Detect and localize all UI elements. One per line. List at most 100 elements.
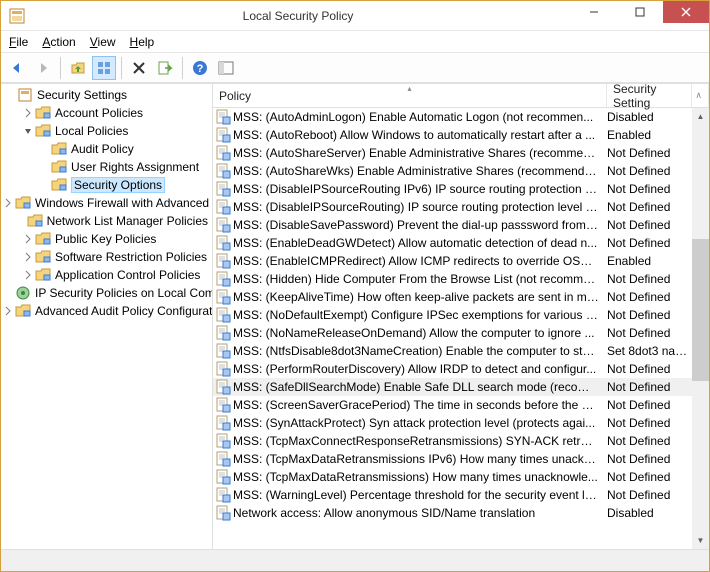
panel-button[interactable] bbox=[214, 56, 238, 80]
scroll-down-button[interactable]: ▼ bbox=[692, 532, 709, 549]
vertical-scrollbar[interactable]: ▲ ▼ bbox=[692, 108, 709, 549]
tree-item[interactable]: Advanced Audit Policy Configuration bbox=[1, 302, 212, 320]
tree-root[interactable]: Security Settings bbox=[1, 86, 212, 104]
list-cell-setting: Not Defined bbox=[607, 326, 692, 340]
view-toggle-button[interactable] bbox=[92, 56, 116, 80]
expand-icon[interactable] bbox=[37, 142, 51, 156]
tree-item[interactable]: Network List Manager Policies bbox=[1, 212, 212, 230]
folder-icon bbox=[35, 105, 51, 121]
menu-help[interactable]: Help bbox=[130, 35, 155, 49]
expand-icon[interactable] bbox=[21, 106, 35, 120]
scroll-up-button[interactable]: ▲ bbox=[692, 108, 709, 125]
expand-icon[interactable] bbox=[1, 196, 15, 210]
export-button[interactable] bbox=[153, 56, 177, 80]
list-row[interactable]: MSS: (KeepAliveTime) How often keep-aliv… bbox=[213, 288, 692, 306]
tree-item[interactable]: Security Options bbox=[1, 176, 212, 194]
toolbar-separator bbox=[60, 57, 61, 79]
tree-item[interactable]: Public Key Policies bbox=[1, 230, 212, 248]
tree-item-label: Public Key Policies bbox=[55, 232, 156, 246]
list-row[interactable]: MSS: (NtfsDisable8dot3NameCreation) Enab… bbox=[213, 342, 692, 360]
tree-root-label: Security Settings bbox=[37, 88, 127, 102]
forward-button[interactable] bbox=[31, 56, 55, 80]
delete-button[interactable] bbox=[127, 56, 151, 80]
list-row[interactable]: MSS: (AutoShareWks) Enable Administrativ… bbox=[213, 162, 692, 180]
list-row[interactable]: MSS: (Hidden) Hide Computer From the Bro… bbox=[213, 270, 692, 288]
up-folder-button[interactable] bbox=[66, 56, 90, 80]
tree-item[interactable]: Application Control Policies bbox=[1, 266, 212, 284]
column-policy[interactable]: Policy ▴ bbox=[213, 84, 607, 107]
expand-icon[interactable] bbox=[3, 88, 17, 102]
folder-icon bbox=[51, 141, 67, 157]
list-row[interactable]: MSS: (TcpMaxDataRetransmissions) How man… bbox=[213, 468, 692, 486]
list-row[interactable]: MSS: (PerformRouterDiscovery) Allow IRDP… bbox=[213, 360, 692, 378]
folder-icon bbox=[35, 249, 51, 265]
expand-icon[interactable] bbox=[21, 268, 35, 282]
list-row[interactable]: MSS: (AutoShareServer) Enable Administra… bbox=[213, 144, 692, 162]
folder-icon bbox=[27, 213, 43, 229]
list-cell-policy: MSS: (PerformRouterDiscovery) Allow IRDP… bbox=[233, 362, 607, 376]
expand-icon[interactable] bbox=[37, 178, 51, 192]
tree-item[interactable]: Audit Policy bbox=[1, 140, 212, 158]
maximize-button[interactable] bbox=[617, 1, 663, 23]
scroll-thumb[interactable] bbox=[692, 239, 709, 381]
folder-icon bbox=[35, 231, 51, 247]
tree-item-label: IP Security Policies on Local Computer bbox=[35, 286, 213, 300]
list-row[interactable]: MSS: (SafeDllSearchMode) Enable Safe DLL… bbox=[213, 378, 692, 396]
list-cell-policy: MSS: (NoDefaultExempt) Configure IPSec e… bbox=[233, 308, 607, 322]
list-row[interactable]: MSS: (DisableSavePassword) Prevent the d… bbox=[213, 216, 692, 234]
list-row[interactable]: MSS: (EnableICMPRedirect) Allow ICMP red… bbox=[213, 252, 692, 270]
tree-item[interactable]: User Rights Assignment bbox=[1, 158, 212, 176]
tree-item[interactable]: Windows Firewall with Advanced Security bbox=[1, 194, 212, 212]
list-row[interactable]: MSS: (TcpMaxConnectResponseRetransmissio… bbox=[213, 432, 692, 450]
tree-item[interactable]: Account Policies bbox=[1, 104, 212, 122]
list-row[interactable]: MSS: (NoDefaultExempt) Configure IPSec e… bbox=[213, 306, 692, 324]
list-row[interactable]: MSS: (NoNameReleaseOnDemand) Allow the c… bbox=[213, 324, 692, 342]
expand-icon[interactable] bbox=[1, 304, 15, 318]
expand-icon[interactable] bbox=[37, 160, 51, 174]
list-row[interactable]: MSS: (EnableDeadGWDetect) Allow automati… bbox=[213, 234, 692, 252]
chevron-overflow-icon: ∧ bbox=[695, 90, 702, 101]
list-row[interactable]: MSS: (DisableIPSourceRouting IPv6) IP so… bbox=[213, 180, 692, 198]
tree-item-label: User Rights Assignment bbox=[71, 160, 199, 174]
scroll-track[interactable] bbox=[692, 125, 709, 532]
window-buttons bbox=[571, 1, 709, 23]
list-row[interactable]: MSS: (DisableIPSourceRouting) IP source … bbox=[213, 198, 692, 216]
minimize-button[interactable] bbox=[571, 1, 617, 23]
close-button[interactable] bbox=[663, 1, 709, 23]
expand-icon[interactable] bbox=[21, 250, 35, 264]
tree-item-label: Windows Firewall with Advanced Security bbox=[35, 196, 213, 210]
list-cell-policy: MSS: (NtfsDisable8dot3NameCreation) Enab… bbox=[233, 344, 607, 358]
list-row[interactable]: MSS: (SynAttackProtect) Syn attack prote… bbox=[213, 414, 692, 432]
svg-text:?: ? bbox=[197, 63, 204, 75]
expand-icon[interactable] bbox=[1, 286, 15, 300]
list-row[interactable]: MSS: (AutoAdminLogon) Enable Automatic L… bbox=[213, 108, 692, 126]
list-row[interactable]: Network access: Allow anonymous SID/Name… bbox=[213, 504, 692, 522]
menu-action[interactable]: Action bbox=[42, 35, 75, 49]
menu-file[interactable]: File bbox=[9, 35, 28, 49]
tree-item[interactable]: IP Security Policies on Local Computer bbox=[1, 284, 212, 302]
tree-item-label: Network List Manager Policies bbox=[47, 214, 208, 228]
list-cell-setting: Enabled bbox=[607, 254, 692, 268]
list-row[interactable]: MSS: (WarningLevel) Percentage threshold… bbox=[213, 486, 692, 504]
column-security-setting[interactable]: Security Setting bbox=[607, 84, 692, 107]
list-row[interactable]: MSS: (ScreenSaverGracePeriod) The time i… bbox=[213, 396, 692, 414]
expand-icon[interactable] bbox=[21, 232, 35, 246]
app-icon bbox=[9, 8, 25, 24]
tree-item[interactable]: Local Policies bbox=[1, 122, 212, 140]
list-cell-policy: MSS: (AutoAdminLogon) Enable Automatic L… bbox=[233, 110, 607, 124]
expand-icon[interactable] bbox=[13, 214, 27, 228]
expand-icon[interactable] bbox=[21, 124, 35, 138]
tree-item[interactable]: Software Restriction Policies bbox=[1, 248, 212, 266]
menu-view[interactable]: View bbox=[90, 35, 116, 49]
back-button[interactable] bbox=[5, 56, 29, 80]
list-cell-policy: MSS: (SynAttackProtect) Syn attack prote… bbox=[233, 416, 607, 430]
tree-pane[interactable]: Security Settings Account PoliciesLocal … bbox=[1, 84, 213, 549]
list-row[interactable]: MSS: (TcpMaxDataRetransmissions IPv6) Ho… bbox=[213, 450, 692, 468]
list-row[interactable]: MSS: (AutoReboot) Allow Windows to autom… bbox=[213, 126, 692, 144]
list-cell-policy: MSS: (DisableIPSourceRouting IPv6) IP so… bbox=[233, 182, 607, 196]
list-cell-setting: Not Defined bbox=[607, 434, 692, 448]
help-button[interactable]: ? bbox=[188, 56, 212, 80]
list-cell-policy: MSS: (TcpMaxDataRetransmissions) How man… bbox=[233, 470, 607, 484]
folder-icon bbox=[51, 177, 67, 193]
folder-icon bbox=[51, 159, 67, 175]
